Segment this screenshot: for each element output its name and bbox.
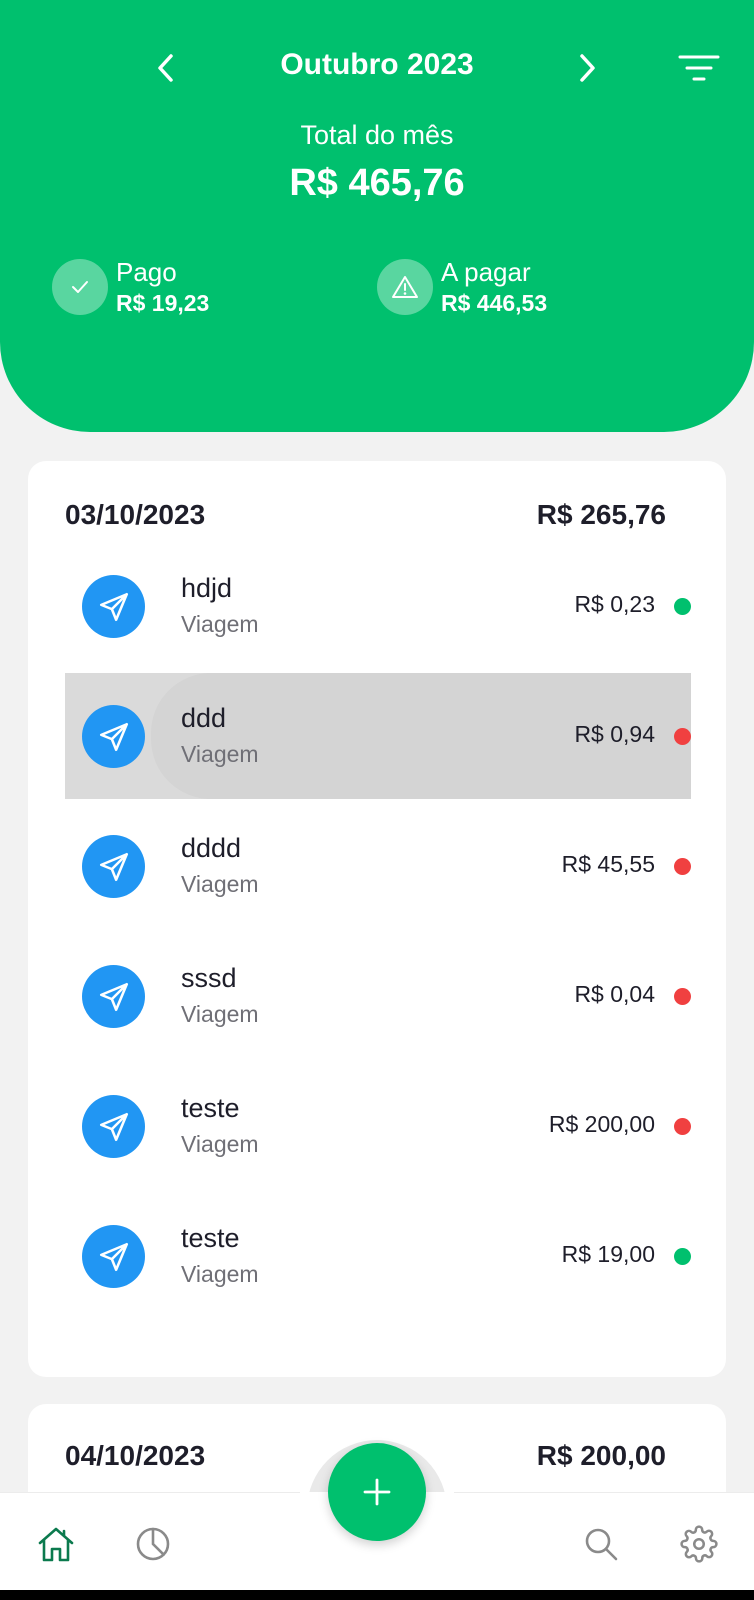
send-icon	[82, 1095, 145, 1158]
unpaid-status-dot	[674, 988, 691, 1005]
tab-home[interactable]	[34, 1522, 78, 1566]
transaction-category: Viagem	[181, 1131, 259, 1157]
month-total-value: R$ 465,76	[289, 162, 465, 204]
due-summary: A pagar R$ 446,53	[377, 256, 547, 318]
transaction-amount: R$ 0,23	[574, 591, 655, 617]
paid-label: Pago	[116, 257, 177, 287]
chart-pie-icon	[136, 1527, 170, 1561]
send-icon	[82, 1225, 145, 1288]
transaction-name: hdjd	[181, 573, 233, 603]
day-group-total: R$ 200,00	[536, 1440, 666, 1471]
tab-reports[interactable]	[131, 1522, 175, 1566]
transaction-amount: R$ 0,94	[574, 721, 655, 747]
tab-search[interactable]	[579, 1522, 623, 1566]
month-header: Outubro 2023 Total do mês R$ 465,76 Pago…	[0, 0, 754, 432]
paid-status-dot	[674, 598, 691, 615]
transaction-category: Viagem	[181, 1001, 259, 1027]
transaction-category: Viagem	[181, 741, 259, 767]
transaction-category: Viagem	[181, 611, 259, 637]
day-group-total: R$ 265,76	[536, 499, 666, 530]
transaction-name: teste	[181, 1093, 240, 1123]
add-transaction-button[interactable]	[328, 1443, 426, 1541]
transaction-amount: R$ 200,00	[548, 1111, 655, 1137]
send-icon	[82, 575, 145, 638]
transaction-name: ddd	[181, 703, 227, 733]
due-value: R$ 446,53	[441, 290, 548, 316]
month-title: Outubro 2023	[280, 48, 474, 81]
transaction-row[interactable]: sssd Viagem R$ 0,04	[65, 933, 691, 1059]
search-icon	[585, 1528, 618, 1561]
transaction-amount: R$ 19,00	[561, 1241, 655, 1267]
transaction-row[interactable]: hdjd Viagem R$ 0,23	[65, 543, 691, 669]
tab-settings[interactable]	[677, 1522, 721, 1566]
month-total-label: Total do mês	[300, 120, 454, 150]
day-group-card: 03/10/2023 R$ 265,76 hdjd Viagem R$ 0,23…	[28, 461, 726, 1377]
transaction-category: Viagem	[181, 871, 259, 897]
day-group-header: 03/10/2023 R$ 265,76	[65, 499, 666, 531]
transaction-name: dddd	[181, 833, 242, 863]
day-group-date: 03/10/2023	[65, 499, 206, 530]
transaction-row[interactable]: ddd Viagem R$ 0,94	[65, 673, 691, 799]
system-bar	[0, 1590, 754, 1600]
next-month-button[interactable]	[565, 46, 609, 90]
unpaid-status-dot	[674, 1118, 691, 1135]
transaction-row[interactable]: dddd Viagem R$ 45,55	[65, 803, 691, 929]
warning-icon	[377, 259, 433, 315]
send-icon	[82, 835, 145, 898]
home-icon	[38, 1527, 74, 1562]
transaction-row[interactable]: teste Viagem R$ 200,00	[65, 1063, 691, 1189]
plus-icon	[363, 1478, 391, 1506]
send-icon	[82, 705, 145, 768]
settings-icon	[680, 1525, 718, 1563]
check-icon	[52, 259, 108, 315]
transaction-category: Viagem	[181, 1261, 259, 1287]
unpaid-status-dot	[674, 728, 691, 745]
day-group-date: 04/10/2023	[65, 1440, 206, 1471]
unpaid-status-dot	[674, 858, 691, 875]
paid-status-dot	[674, 1248, 691, 1265]
transaction-name: teste	[181, 1223, 240, 1253]
transaction-amount: R$ 45,55	[561, 851, 655, 877]
chevron-right-icon	[580, 54, 595, 82]
transaction-row[interactable]: teste Viagem R$ 19,00	[65, 1193, 691, 1319]
filter-button[interactable]	[676, 46, 722, 90]
paid-value: R$ 19,23	[116, 290, 210, 316]
paid-summary: Pago R$ 19,23	[52, 256, 209, 318]
transaction-name: sssd	[181, 963, 237, 993]
send-icon	[82, 965, 145, 1028]
due-label: A pagar	[441, 257, 531, 287]
transaction-amount: R$ 0,04	[574, 981, 655, 1007]
filter-icon	[678, 55, 720, 81]
